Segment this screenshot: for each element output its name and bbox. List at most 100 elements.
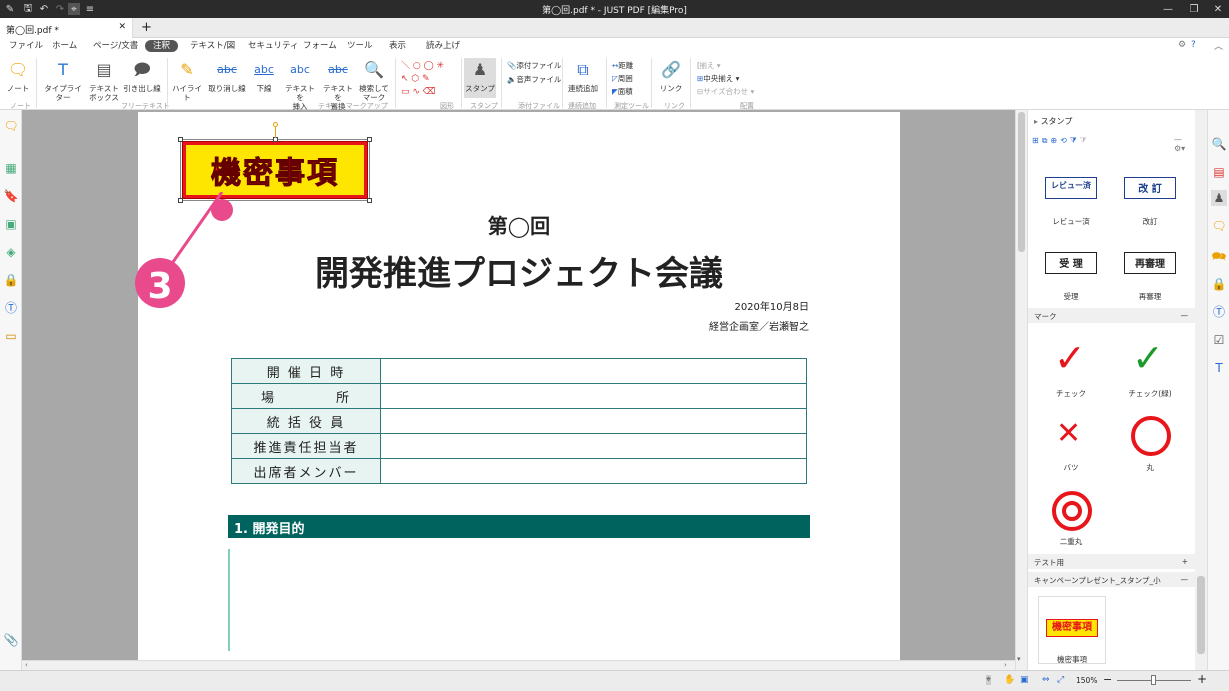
fit-width-icon[interactable]: ⇔ (1042, 675, 1050, 685)
zoom-out-icon[interactable]: − (1103, 673, 1112, 686)
tab-close-icon[interactable]: ✕ (118, 22, 126, 32)
shape-tools[interactable]: ＼ ○ ◯ ✳ ↖ ⬡ ✎ ▭ ∿ ⌫ (401, 60, 457, 99)
polygon-icon[interactable]: ⬡ (409, 74, 419, 84)
panel-collapse-icon[interactable]: ▸ (1034, 117, 1038, 126)
table-value-cell[interactable] (380, 433, 807, 459)
document-vertical-scrollbar[interactable]: ▾ (1015, 110, 1027, 670)
edit-stamp-icon[interactable]: ⟲ (1060, 136, 1070, 145)
hand-tool-icon[interactable]: ✋ (1004, 675, 1015, 685)
restore-icon[interactable]: ❐ (1188, 3, 1200, 15)
pencil-icon[interactable]: ✎ (419, 74, 430, 84)
form-icon[interactable]: ▭ (3, 328, 19, 344)
arrow-icon[interactable]: ↖ (401, 74, 409, 84)
document-properties-icon[interactable]: ▤ (1211, 164, 1227, 180)
confidential-stamp[interactable]: 機密事項 (182, 141, 368, 199)
settings-icon[interactable]: ⚙ (1178, 40, 1186, 50)
table-value-cell[interactable] (380, 358, 807, 384)
continuous-add-button[interactable]: ⧉ 連続追加 (566, 60, 600, 93)
area-button[interactable]: ◤面積 (612, 86, 633, 97)
size-align-button[interactable]: ⊟サイズ合わせ ▾ (697, 86, 754, 97)
menu-form[interactable]: フォーム (303, 40, 337, 52)
search-icon[interactable]: 🔍 (1211, 136, 1227, 152)
zoom-in-icon[interactable]: + (1197, 672, 1207, 686)
stamp-reviewed[interactable]: レビュー済 (1045, 177, 1097, 199)
menu-annotation[interactable]: 注釈 (145, 40, 179, 52)
comments-icon[interactable]: 🗨 (1211, 218, 1227, 234)
bookmark-icon[interactable]: 🔖 (3, 188, 19, 204)
attach-file-button[interactable]: 📎添付ファイル (507, 60, 561, 71)
close-icon[interactable]: ✕ (1212, 3, 1224, 15)
help-icon[interactable]: ? (1191, 40, 1196, 50)
scroll-left-icon[interactable]: ‹ (25, 661, 28, 669)
oval-icon[interactable]: ○ (410, 61, 421, 71)
cross-mark[interactable]: ✕ (1056, 416, 1081, 451)
insert-text-button[interactable]: abc テキストを 挿入 (282, 60, 318, 111)
menu-read-aloud[interactable]: 読み上げ (426, 40, 460, 52)
minimize-icon[interactable]: — (1162, 3, 1174, 15)
star-icon[interactable]: ✳ (434, 61, 445, 71)
strikethrough-button[interactable]: abc 取り消し線 (208, 60, 246, 93)
text-edit-icon[interactable]: Ⓣ (3, 300, 19, 316)
menu-home[interactable]: ホーム (52, 40, 77, 52)
double-circle-mark[interactable] (1052, 491, 1092, 531)
stamp-button[interactable]: ♟ スタンプ (464, 58, 496, 98)
annotation-list-icon[interactable]: 🗨 (3, 118, 19, 134)
panel-options-icon[interactable]: — ⚙▾ (1174, 135, 1195, 153)
section-campaign[interactable]: キャンペーンプレゼント_スタンプ_小 — (1028, 572, 1196, 587)
rectangle-icon[interactable]: ▭ (401, 87, 410, 97)
fit-page-icon[interactable]: ⤢ (1057, 675, 1064, 685)
scroll-right-icon[interactable]: › (1004, 661, 1007, 669)
attachments-icon[interactable]: 📎 (3, 632, 19, 648)
line-icon[interactable]: ＼ (401, 61, 410, 71)
check-mark-red[interactable]: ✓ (1054, 336, 1086, 380)
circle-mark[interactable] (1131, 416, 1171, 456)
underline-button[interactable]: abc 下線 (250, 60, 278, 93)
stamp-re-examine[interactable]: 再審理 (1124, 252, 1176, 274)
center-align-button[interactable]: ⊞中央揃え ▾ (697, 73, 739, 84)
voice-file-button[interactable]: 🔈音声ファイル (507, 74, 561, 85)
page-layout-icon[interactable]: ▣ (1020, 675, 1029, 685)
resize-handle[interactable] (367, 198, 372, 203)
polyline-icon[interactable]: ∿ (410, 87, 420, 97)
ellipse-icon[interactable]: ◯ (421, 61, 434, 71)
pdf-page[interactable]: 機密事項 3 第◯回 開発推進プロジェクト会議 2020年10月8日 経営企画室… (135, 112, 900, 660)
checklist-icon[interactable]: ☑ (1211, 332, 1227, 348)
clear-filter-icon[interactable]: ⧩ (1080, 136, 1090, 145)
expand-icon[interactable]: + (1182, 557, 1188, 566)
panel-scrollbar[interactable] (1195, 110, 1207, 670)
note-button[interactable]: 🗨 ノート (6, 60, 30, 93)
filter-icon[interactable]: ⧩ (1070, 136, 1080, 145)
select-mode-icon[interactable]: ⌖ (986, 675, 992, 685)
table-value-cell[interactable] (380, 458, 807, 484)
tab-document[interactable]: 第◯回.pdf * ✕ (0, 18, 133, 38)
menu-page[interactable]: ページ/文書 (93, 40, 138, 52)
scroll-thumb[interactable] (1018, 112, 1025, 252)
link-button[interactable]: 🔗 リンク (656, 60, 686, 93)
menu-security[interactable]: セキュリティ (248, 40, 299, 52)
new-tab-icon[interactable]: + (141, 20, 152, 35)
layers-icon[interactable]: ◈ (3, 244, 19, 260)
text-info-icon[interactable]: Ⓣ (1211, 304, 1227, 320)
zoom-level[interactable]: 150% (1076, 676, 1097, 685)
scroll-down-icon[interactable]: ▾ (1017, 655, 1021, 663)
search-mark-button[interactable]: 🔍 検索して マーク (358, 60, 390, 102)
menu-file[interactable]: ファイル (9, 40, 43, 52)
security-info-icon[interactable]: 🔒 (1211, 276, 1227, 292)
font-icon[interactable]: T (1211, 360, 1227, 376)
comment-info-icon[interactable]: 🗪 (1211, 248, 1227, 264)
stamp-revised[interactable]: 改 訂 (1124, 177, 1176, 199)
check-mark-green[interactable]: ✓ (1132, 336, 1164, 380)
menu-view[interactable]: 表示 (389, 40, 406, 52)
menu-tools[interactable]: ツール (347, 40, 373, 52)
align-button[interactable]: ⫿揃え ▾ (697, 60, 721, 71)
thumbnails-icon[interactable]: ▦ (3, 160, 19, 176)
eraser-icon[interactable]: ⌫ (420, 87, 436, 97)
collapse-icon[interactable]: — (1181, 311, 1189, 320)
new-stamp-icon[interactable]: ⊕ (1050, 136, 1060, 145)
add-stamp-icon[interactable]: ⊞ (1032, 136, 1042, 145)
scroll-thumb[interactable] (1197, 576, 1205, 654)
table-value-cell[interactable] (380, 383, 807, 409)
callout-button[interactable]: 🗩 引き出し線 (122, 60, 162, 93)
section-test[interactable]: テスト用 + (1028, 554, 1196, 569)
table-value-cell[interactable] (380, 408, 807, 434)
